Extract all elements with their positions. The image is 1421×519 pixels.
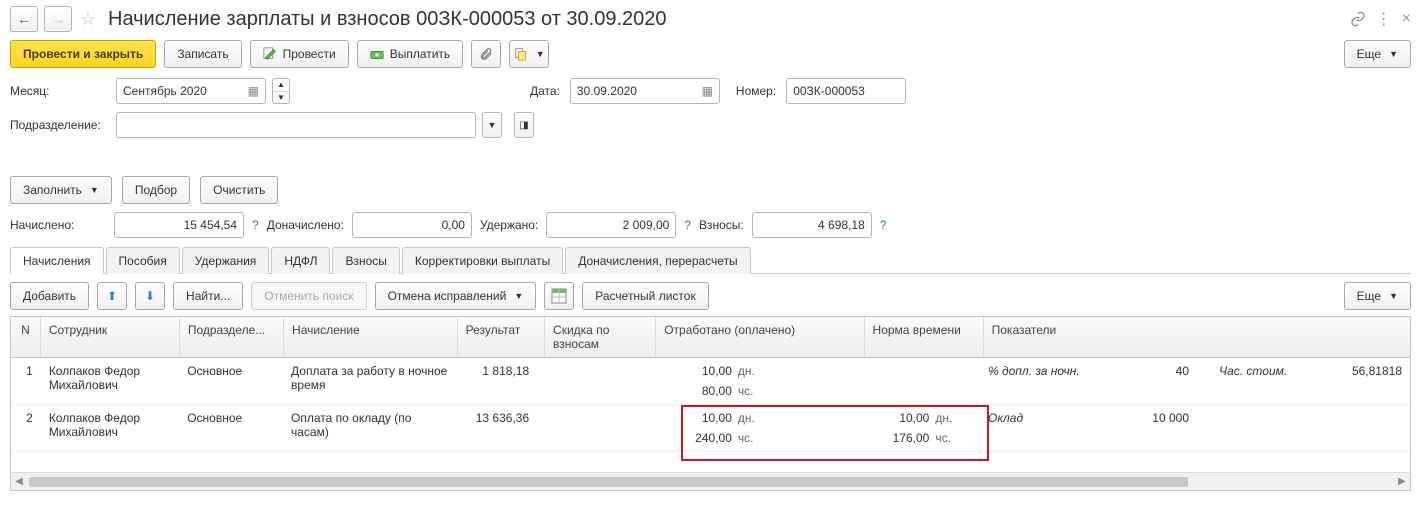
tab-recalculations[interactable]: Доначисления, перерасчеты <box>565 247 750 274</box>
extra-accrued-value[interactable]: 0,00 <box>352 212 472 238</box>
accruals-table: N Сотрудник Подразделе... Начисление Рез… <box>10 316 1411 491</box>
th-indicators[interactable]: Показатели <box>984 317 1410 357</box>
help-icon[interactable]: ? <box>252 218 259 232</box>
tab-accruals[interactable]: Начисления <box>10 247 104 274</box>
fill-button[interactable]: Заполнить▼ <box>10 176 112 204</box>
cancel-search-button: Отменить поиск <box>251 282 366 310</box>
attachment-button[interactable] <box>471 40 501 68</box>
withheld-label: Удержано: <box>480 218 538 232</box>
record-button[interactable]: Записать <box>164 40 241 68</box>
tab-ndfl[interactable]: НДФЛ <box>271 247 330 274</box>
tab-benefits[interactable]: Пособия <box>106 247 180 274</box>
extra-accrued-label: Доначислено: <box>267 218 344 232</box>
favorite-star-icon[interactable]: ☆ <box>78 9 98 29</box>
nav-forward-button[interactable]: → <box>44 6 72 32</box>
table-green-icon <box>551 288 567 304</box>
move-up-button[interactable]: ⬆ <box>97 282 127 310</box>
post-and-close-button[interactable]: Провести и закрыть <box>10 40 156 68</box>
chevron-down-icon: ▼ <box>90 185 99 195</box>
calendar-icon[interactable]: ▦ <box>248 84 259 98</box>
close-icon[interactable]: × <box>1402 10 1411 28</box>
accrued-value[interactable]: 15 454,54 <box>114 212 244 238</box>
chevron-down-icon: ▼ <box>536 49 545 59</box>
division-input[interactable] <box>116 112 476 138</box>
division-dropdown-button[interactable]: ▼ <box>482 112 502 138</box>
month-spinner[interactable]: ▲▼ <box>272 78 290 104</box>
division-label: Подразделение: <box>10 118 106 132</box>
kebab-menu-icon[interactable]: ⋮ <box>1376 9 1392 29</box>
page-title: Начисление зарплаты и взносов 00ЗК-00005… <box>108 8 1344 31</box>
number-input[interactable]: 00ЗК-000053 <box>786 78 906 104</box>
add-row-button[interactable]: Добавить <box>10 282 89 310</box>
th-n[interactable]: N <box>11 317 41 357</box>
tab-contributions[interactable]: Взносы <box>332 247 399 274</box>
more-button[interactable]: Еще▼ <box>1344 40 1411 68</box>
date-label: Дата: <box>530 84 560 98</box>
find-button[interactable]: Найти... <box>173 282 243 310</box>
link-icon[interactable] <box>1350 11 1366 27</box>
chevron-down-icon: ▼ <box>514 291 523 301</box>
post-icon <box>263 47 277 61</box>
table-row[interactable]: 2 Колпаков Федор Михайлович Основное Опл… <box>11 405 1410 452</box>
th-discount[interactable]: Скидка по взносам <box>545 317 656 357</box>
clear-button[interactable]: Очистить <box>200 176 278 204</box>
tab-pay-corrections[interactable]: Корректировки выплаты <box>402 247 563 274</box>
pay-button[interactable]: Выплатить <box>357 40 464 68</box>
th-norm[interactable]: Норма времени <box>865 317 984 357</box>
number-label: Номер: <box>736 84 776 98</box>
th-accrual[interactable]: Начисление <box>284 317 458 357</box>
table-header: N Сотрудник Подразделе... Начисление Рез… <box>11 317 1410 358</box>
accrued-label: Начислено: <box>10 218 106 232</box>
table-settings-button[interactable] <box>544 282 574 310</box>
more-button-sub[interactable]: Еще▼ <box>1344 282 1411 310</box>
th-result[interactable]: Результат <box>458 317 545 357</box>
month-label: Месяц: <box>10 84 106 98</box>
nav-back-button[interactable]: ← <box>10 6 38 32</box>
chevron-down-icon: ▼ <box>1389 49 1398 59</box>
division-open-button[interactable]: ◨ <box>514 112 534 138</box>
paperclip-icon <box>479 47 493 61</box>
extra-menu-button[interactable]: ▼ <box>509 40 549 68</box>
withheld-value[interactable]: 2 009,00 <box>546 212 676 238</box>
date-input[interactable]: 30.09.2020 ▦ <box>570 78 720 104</box>
calendar-icon[interactable]: ▦ <box>702 84 713 98</box>
pay-icon <box>370 47 384 61</box>
contrib-value[interactable]: 4 698,18 <box>752 212 872 238</box>
payslip-button[interactable]: Расчетный листок <box>582 282 708 310</box>
month-input[interactable]: Сентябрь 2020 ▦ <box>116 78 266 104</box>
cancel-corrections-button[interactable]: Отмена исправлений▼ <box>375 282 537 310</box>
th-division[interactable]: Подразделе... <box>180 317 284 357</box>
chevron-down-icon: ▼ <box>1389 291 1398 301</box>
pick-button[interactable]: Подбор <box>122 176 190 204</box>
tab-withholdings[interactable]: Удержания <box>182 247 270 274</box>
contrib-label: Взносы: <box>699 218 744 232</box>
horizontal-scrollbar[interactable]: ◀ ▶ <box>11 472 1410 490</box>
th-employee[interactable]: Сотрудник <box>41 317 180 357</box>
th-worked[interactable]: Отработано (оплачено) <box>656 317 864 357</box>
table-row[interactable]: 1 Колпаков Федор Михайлович Основное Доп… <box>11 358 1410 405</box>
post-button[interactable]: Провести <box>250 40 349 68</box>
move-down-button[interactable]: ⬇ <box>135 282 165 310</box>
doc-stack-icon <box>514 47 528 61</box>
help-icon[interactable]: ? <box>880 218 887 232</box>
help-icon[interactable]: ? <box>684 218 691 232</box>
